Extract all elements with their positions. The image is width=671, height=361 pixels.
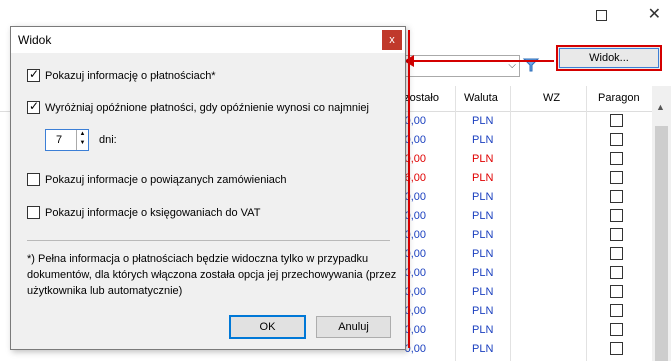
divider — [27, 240, 390, 241]
dialog-title: Widok — [18, 33, 52, 47]
widok-dialog: Widok x Pokazuj informację o płatnościac… — [10, 26, 410, 350]
cell-waluta: PLN — [472, 248, 494, 260]
cell-waluta: PLN — [472, 324, 494, 336]
vat-label: Pokazuj informacje o księgowaniach do VA… — [45, 206, 261, 219]
option-zamowienia[interactable]: Pokazuj informacje o powiązanych zamówie… — [27, 173, 287, 186]
cell-waluta: PLN — [472, 286, 494, 298]
col-header-wz[interactable]: WZ — [543, 92, 560, 104]
paragon-checkbox[interactable] — [610, 190, 623, 203]
cell-waluta: PLN — [472, 153, 494, 165]
platnosci-label: Pokazuj informację o płatnościach* — [45, 69, 216, 82]
vat-checkbox[interactable] — [27, 206, 40, 219]
cell-waluta: PLN — [472, 229, 494, 241]
paragon-checkbox[interactable] — [610, 209, 623, 222]
cell-waluta: PLN — [472, 191, 494, 203]
cell-waluta: PLN — [472, 343, 494, 355]
scroll-up-icon[interactable]: ▲ — [656, 102, 665, 112]
footnote: *) Pełna informacja o płatnościach będzi… — [27, 253, 397, 297]
cell-waluta: PLN — [472, 305, 494, 317]
widok-button[interactable]: Widok... — [556, 45, 662, 71]
paragon-checkbox[interactable] — [610, 285, 623, 298]
cancel-button[interactable]: Anuluj — [316, 316, 391, 338]
filter-icon[interactable] — [522, 56, 540, 74]
days-value[interactable]: 7 — [56, 134, 62, 146]
opoznione-label: Wyróżniaj opóźnione płatności, gdy opóźn… — [45, 101, 369, 114]
paragon-checkbox[interactable] — [610, 247, 623, 260]
paragon-checkbox[interactable] — [610, 114, 623, 127]
vertical-scrollbar[interactable]: ▲ — [652, 86, 671, 361]
paragon-checkbox[interactable] — [610, 228, 623, 241]
annotation-arrow-line — [412, 60, 554, 62]
maximize-icon[interactable] — [596, 10, 607, 21]
paragon-checkbox[interactable] — [610, 323, 623, 336]
paragon-checkbox[interactable] — [610, 171, 623, 184]
cell-waluta: PLN — [472, 172, 494, 184]
days-label: dni: — [99, 134, 117, 146]
cell-waluta: PLN — [472, 134, 494, 146]
window-close-icon[interactable]: ✕ — [648, 4, 661, 23]
col-header-waluta[interactable]: Waluta — [464, 92, 498, 104]
stepper-arrows[interactable]: ▲ ▼ — [76, 130, 88, 150]
opoznione-checkbox[interactable] — [27, 99, 40, 114]
col-header-paragon[interactable]: Paragon — [598, 92, 640, 104]
paragon-checkbox[interactable] — [610, 152, 623, 165]
dialog-title-bar[interactable]: Widok x — [11, 27, 405, 53]
zamowienia-checkbox[interactable] — [27, 173, 40, 186]
option-platnosci[interactable]: Pokazuj informację o płatnościach* — [27, 67, 216, 82]
paragon-checkbox[interactable] — [610, 133, 623, 146]
cell-waluta: PLN — [472, 267, 494, 279]
paragon-checkbox[interactable] — [610, 304, 623, 317]
paragon-checkbox[interactable] — [610, 342, 623, 355]
zamowienia-label: Pokazuj informacje o powiązanych zamówie… — [45, 173, 287, 186]
cell-waluta: PLN — [472, 210, 494, 222]
dialog-close-button[interactable]: x — [382, 30, 402, 50]
scrollbar-thumb[interactable] — [655, 126, 668, 361]
paragon-checkbox[interactable] — [610, 266, 623, 279]
cell-waluta: PLN — [472, 115, 494, 127]
option-opoznione[interactable]: Wyróżniaj opóźnione płatności, gdy opóźn… — [27, 99, 369, 114]
filter-combo[interactable]: ⌵ — [405, 55, 520, 77]
ok-button[interactable]: OK — [229, 315, 306, 339]
platnosci-checkbox[interactable] — [27, 67, 40, 82]
days-stepper[interactable]: 7 ▲ ▼ — [45, 129, 89, 151]
annotation-frame — [408, 30, 410, 348]
option-vat[interactable]: Pokazuj informacje o księgowaniach do VA… — [27, 206, 260, 219]
